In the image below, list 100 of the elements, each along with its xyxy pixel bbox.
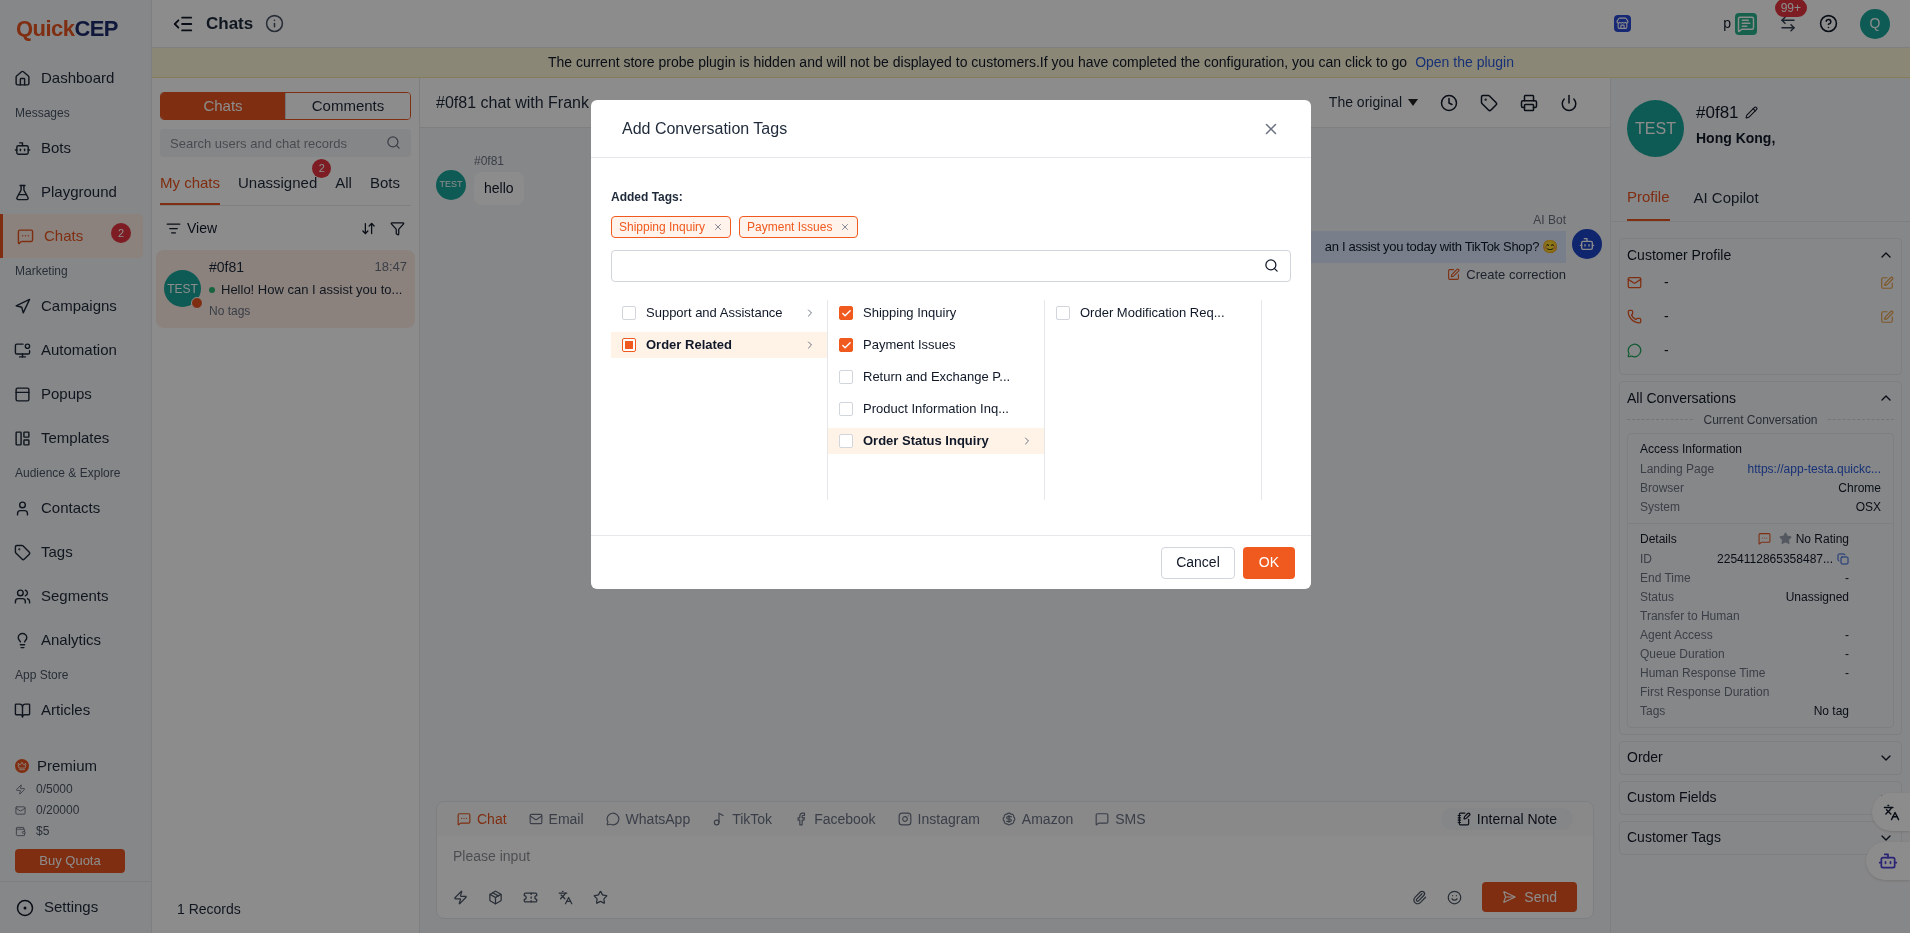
message-bubble: hello xyxy=(474,172,524,205)
tag-search-field[interactable] xyxy=(611,250,1291,282)
contact-avatar: TEST xyxy=(1627,100,1684,157)
cancel-button[interactable]: Cancel xyxy=(1161,546,1235,579)
nav-item[interactable]: Articles xyxy=(0,688,143,732)
help-icon[interactable] xyxy=(1819,14,1838,33)
edit-icon[interactable] xyxy=(1447,267,1461,281)
nav-item[interactable]: Tags xyxy=(0,530,143,574)
coupon-icon[interactable] xyxy=(523,889,538,905)
emoji-icon[interactable] xyxy=(1447,889,1463,905)
message-sender: AI Bot xyxy=(1533,212,1566,229)
tag-option[interactable]: Support and Assistance xyxy=(611,300,827,326)
send-button[interactable]: Send xyxy=(1482,882,1577,912)
settings-icon[interactable] xyxy=(16,898,34,917)
nav-item[interactable]: Automation xyxy=(0,328,143,372)
ok-button[interactable]: OK xyxy=(1242,546,1295,579)
tag-option[interactable]: Product Information Inq... xyxy=(828,396,1044,422)
tag-option[interactable]: Shipping Inquiry xyxy=(828,300,1044,326)
nav-section-label: App Store xyxy=(14,667,70,684)
copy-icon[interactable] xyxy=(1837,553,1849,565)
checkbox[interactable] xyxy=(839,306,853,320)
logo: QuickCEP xyxy=(16,14,118,43)
buy-quota-button[interactable]: Buy Quota xyxy=(15,849,125,873)
checkbox[interactable] xyxy=(839,338,853,352)
search-icon[interactable] xyxy=(1264,258,1279,273)
print-icon[interactable] xyxy=(1520,93,1538,112)
filter-tab[interactable]: All xyxy=(335,172,352,203)
nav-item[interactable]: Templates xyxy=(0,416,143,460)
channel-tab[interactable]: Chat xyxy=(457,808,507,830)
internal-note-button[interactable]: Internal Note xyxy=(1440,808,1573,830)
nav-item[interactable]: Campaigns xyxy=(0,284,143,328)
product-icon[interactable] xyxy=(488,889,503,905)
added-tags-label: Added Tags: xyxy=(611,190,683,204)
settings-label[interactable]: Settings xyxy=(44,896,99,919)
translate-float-button[interactable] xyxy=(1872,793,1910,831)
nav-item[interactable]: Dashboard xyxy=(0,56,143,100)
store-icon[interactable] xyxy=(1614,15,1632,32)
nav-item[interactable]: Segments xyxy=(0,574,143,618)
channel-tab[interactable]: TikTok xyxy=(712,808,773,830)
channel-tab[interactable]: Email xyxy=(528,808,584,830)
nav-icon xyxy=(14,139,31,157)
profile-tab[interactable]: Profile xyxy=(1627,186,1670,221)
collapsed-section[interactable]: Order xyxy=(1619,740,1902,775)
translate-icon xyxy=(1882,803,1900,821)
tag-option[interactable]: Return and Exchange P... xyxy=(828,364,1044,390)
translate-icon[interactable] xyxy=(558,889,573,905)
info-value: Unassigned xyxy=(1785,588,1849,606)
channel-tab[interactable]: Instagram xyxy=(897,808,980,830)
segment-tab[interactable]: Chats xyxy=(161,93,285,119)
profile-tab[interactable]: AI Copilot xyxy=(1693,186,1759,221)
attachment-icon[interactable] xyxy=(1412,889,1428,905)
nav-item[interactable]: Analytics xyxy=(0,618,143,662)
list-icon[interactable] xyxy=(166,221,181,236)
rating-value: No Rating xyxy=(1795,530,1849,548)
tag-option[interactable]: Order Modification Req... xyxy=(1045,300,1261,326)
star-icon[interactable] xyxy=(593,889,608,905)
quick-reply-icon[interactable] xyxy=(453,889,468,905)
tag-chip[interactable]: Payment Issues xyxy=(739,216,859,238)
chat-list-item[interactable]: TEST #0f81 18:47 Hello! How can I assist you to... No tags xyxy=(156,249,415,328)
history-icon[interactable] xyxy=(1440,93,1458,112)
tag-option[interactable]: Payment Issues xyxy=(828,332,1044,358)
info-label: Status xyxy=(1640,588,1675,606)
segment-tab[interactable]: Comments xyxy=(285,93,410,119)
remove-icon[interactable] xyxy=(840,222,851,232)
channel-tab[interactable]: Facebook xyxy=(794,808,876,830)
tag-icon[interactable] xyxy=(1480,93,1498,112)
sort-icon[interactable] xyxy=(361,221,376,236)
assistant-float-button[interactable] xyxy=(1866,842,1910,880)
channel-tab[interactable]: SMS xyxy=(1095,808,1146,830)
switch-icon[interactable] xyxy=(1779,14,1797,33)
filter-tab[interactable]: Bots xyxy=(369,172,400,203)
remove-icon[interactable] xyxy=(713,222,724,232)
quota-value: $5 xyxy=(36,823,50,840)
message-input[interactable]: Please input xyxy=(453,845,1577,867)
tag-option[interactable]: Order Status Inquiry xyxy=(828,428,1044,454)
nav-item[interactable]: Bots xyxy=(0,126,143,170)
nav-item[interactable]: Popups xyxy=(0,372,143,416)
info-icon[interactable] xyxy=(265,14,285,33)
field-value: - xyxy=(1664,341,1669,360)
nav-item[interactable]: Contacts xyxy=(0,486,143,530)
chat-status-icon[interactable] xyxy=(1735,12,1757,35)
translation-dropdown[interactable]: The original xyxy=(1328,92,1418,113)
nav-section-label: Audience & Explore xyxy=(14,465,122,482)
filter-icon[interactable] xyxy=(390,221,405,236)
tag-chip[interactable]: Shipping Inquiry xyxy=(611,216,732,238)
panel-title: Access Information xyxy=(1640,440,1744,458)
channel-tab[interactable]: Amazon xyxy=(1001,808,1074,830)
create-correction-link[interactable]: Create correction xyxy=(1466,264,1566,284)
filter-tab[interactable]: My chats xyxy=(160,172,220,205)
landing-page-link[interactable]: https://app-testa.quickc... xyxy=(1747,459,1881,479)
nav-item[interactable]: Chats 2 xyxy=(0,214,143,258)
edit-icon[interactable] xyxy=(1744,106,1758,120)
contact-field-icon xyxy=(1627,275,1642,290)
open-plugin-link[interactable]: Open the plugin xyxy=(1415,52,1514,73)
view-button[interactable]: View xyxy=(187,218,218,239)
nav-item[interactable]: Playground xyxy=(0,170,143,214)
search-field[interactable]: Search users and chat records xyxy=(160,129,411,157)
power-icon[interactable] xyxy=(1560,93,1578,112)
tag-option[interactable]: Order Related xyxy=(611,332,827,358)
channel-tab[interactable]: WhatsApp xyxy=(605,808,691,830)
